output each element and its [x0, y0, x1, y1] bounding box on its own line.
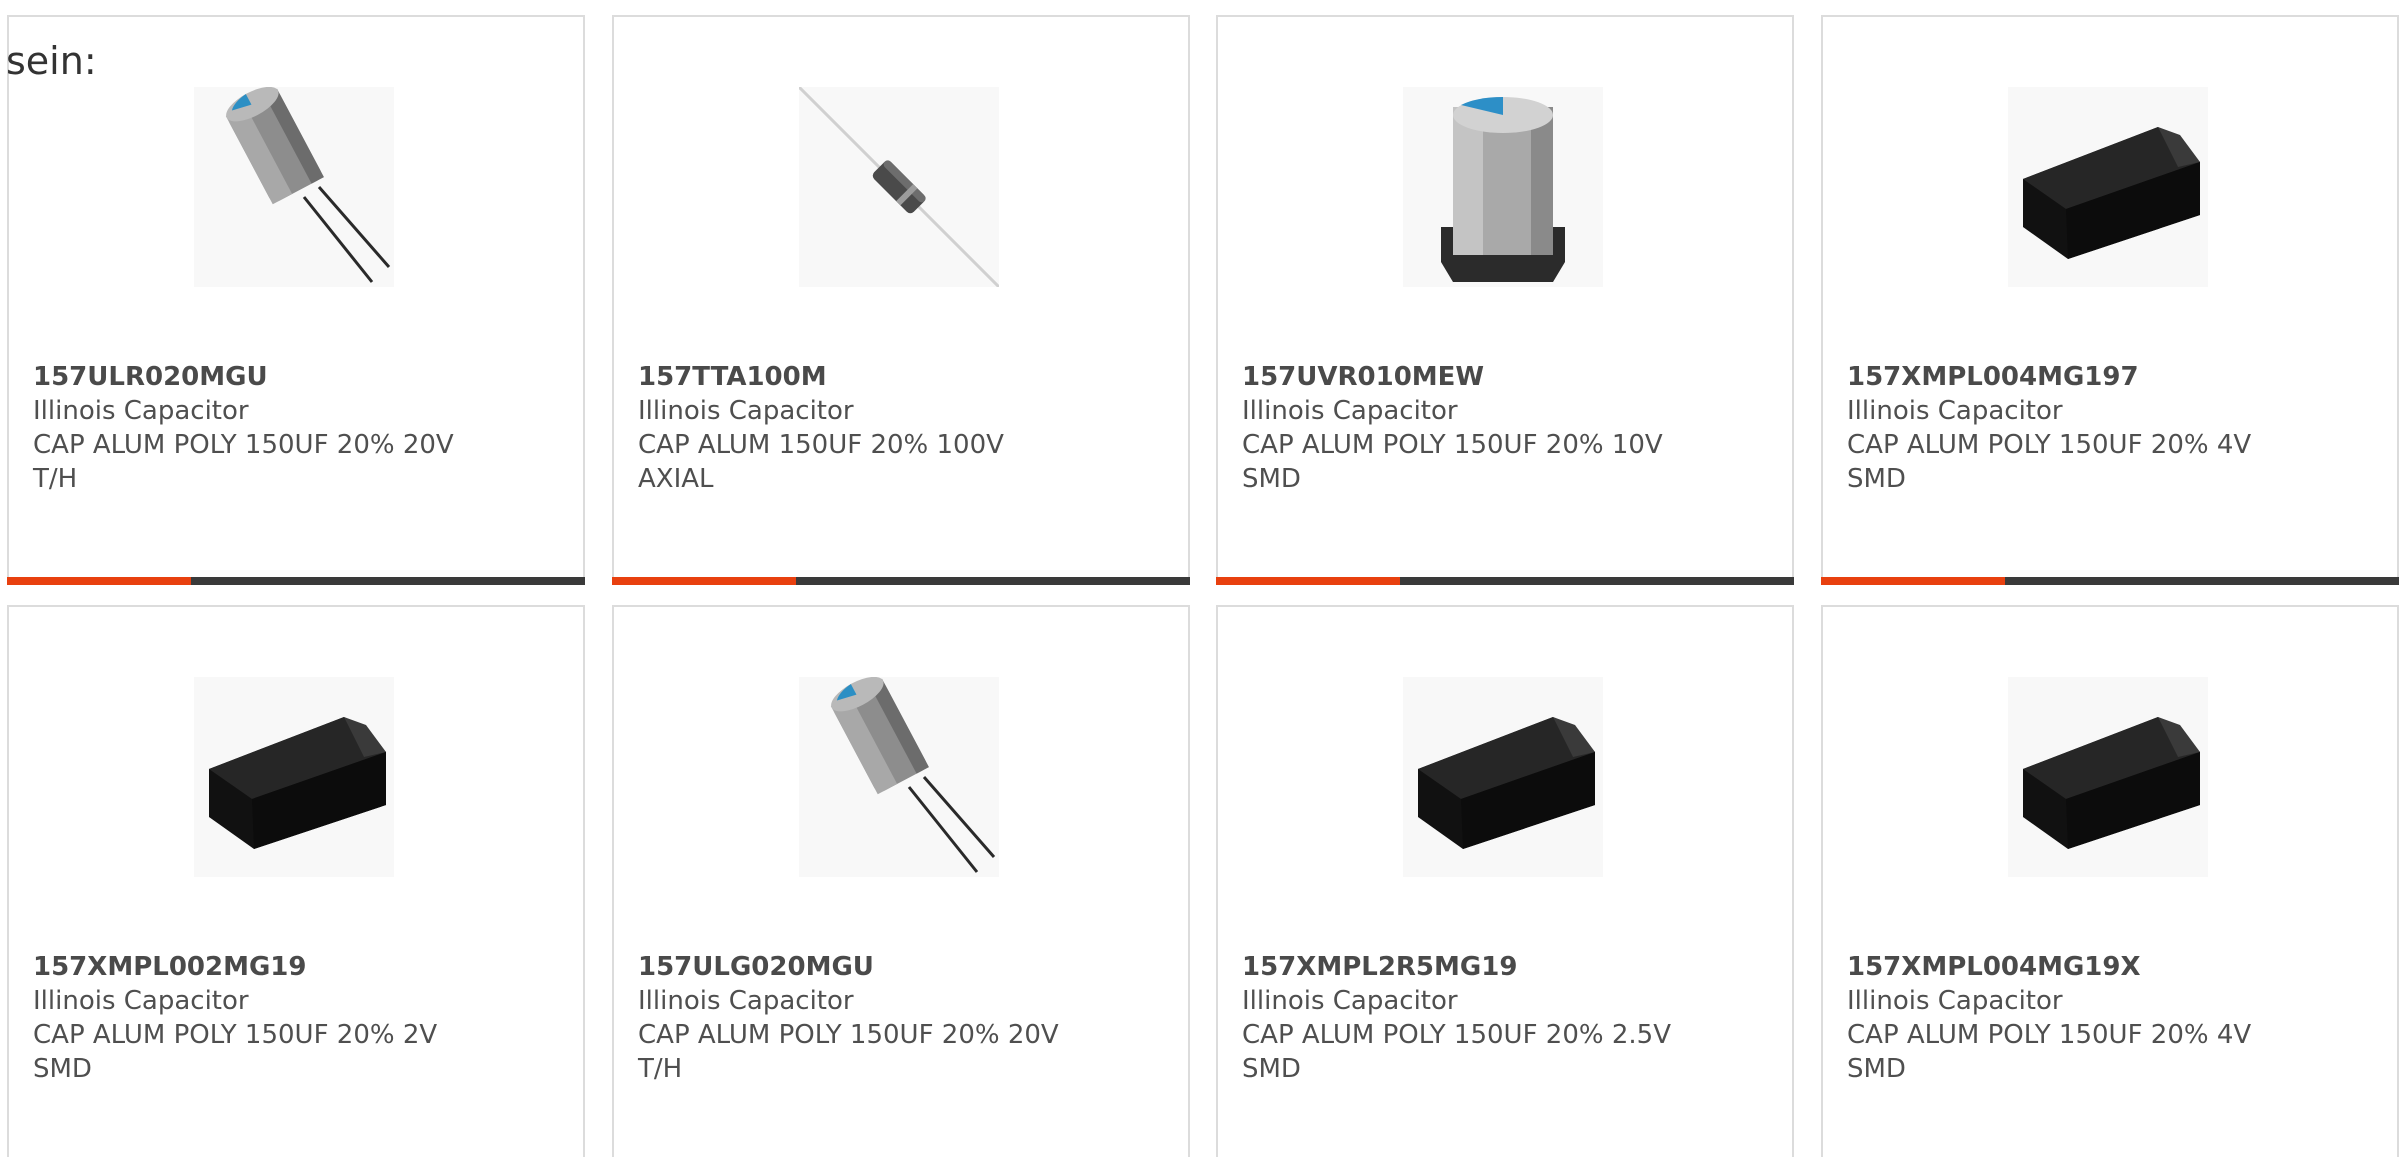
radial-capacitor-image[interactable] — [799, 677, 999, 877]
manufacturer: Illinois Capacitor — [33, 396, 249, 426]
product-info: 157XMPL002MG19 Illinois Capacitor CAP AL… — [33, 950, 573, 1086]
product-card[interactable]: 157TTA100M Illinois Capacitor CAP ALUM 1… — [612, 15, 1190, 585]
axial-capacitor-image[interactable] — [799, 87, 999, 287]
product-info: 157UVR010MEW Illinois Capacitor CAP ALUM… — [1242, 360, 1782, 496]
product-grid: 157ULR020MGU Illinois Capacitor CAP ALUM… — [7, 15, 2400, 1157]
card-accent — [612, 577, 796, 585]
mount-type: T/H — [638, 1054, 683, 1084]
mount-type: AXIAL — [638, 464, 714, 494]
mount-type: SMD — [33, 1054, 92, 1084]
product-card[interactable]: 157ULR020MGU Illinois Capacitor CAP ALUM… — [7, 15, 585, 585]
description: CAP ALUM POLY 150UF 20% 2.5V — [1242, 1020, 1671, 1050]
intro-text: sein: — [6, 39, 97, 83]
card-bottom-bar — [1216, 577, 1794, 585]
card-accent — [7, 577, 191, 585]
product-info: 157XMPL004MG19X Illinois Capacitor CAP A… — [1847, 950, 2387, 1086]
manufacturer: Illinois Capacitor — [1242, 986, 1458, 1016]
smd-chip-capacitor-image[interactable] — [2008, 87, 2208, 287]
card-bottom-bar — [612, 577, 1190, 585]
part-number[interactable]: 157XMPL004MG19X — [1847, 950, 2387, 984]
product-card[interactable]: 157XMPL2R5MG19 Illinois Capacitor CAP AL… — [1216, 605, 1794, 1157]
product-card[interactable]: 157ULG020MGU Illinois Capacitor CAP ALUM… — [612, 605, 1190, 1157]
part-number[interactable]: 157ULR020MGU — [33, 360, 573, 394]
product-info: 157XMPL004MG197 Illinois Capacitor CAP A… — [1847, 360, 2387, 496]
product-card[interactable]: 157UVR010MEW Illinois Capacitor CAP ALUM… — [1216, 15, 1794, 585]
smd-chip-capacitor-image[interactable] — [1403, 677, 1603, 877]
card-bottom-bar — [1821, 577, 2399, 585]
product-card[interactable]: 157XMPL004MG19X Illinois Capacitor CAP A… — [1821, 605, 2399, 1157]
description: CAP ALUM POLY 150UF 20% 20V — [638, 1020, 1059, 1050]
card-bottom-bar — [7, 577, 585, 585]
description: CAP ALUM POLY 150UF 20% 20V — [33, 430, 454, 460]
product-info: 157ULR020MGU Illinois Capacitor CAP ALUM… — [33, 360, 573, 496]
card-accent — [1821, 577, 2005, 585]
smd-can-capacitor-image[interactable] — [1403, 87, 1603, 287]
mount-type: SMD — [1847, 1054, 1906, 1084]
smd-chip-capacitor-image[interactable] — [2008, 677, 2208, 877]
description: CAP ALUM 150UF 20% 100V — [638, 430, 1004, 460]
mount-type: SMD — [1242, 464, 1301, 494]
description: CAP ALUM POLY 150UF 20% 10V — [1242, 430, 1663, 460]
description: CAP ALUM POLY 150UF 20% 4V — [1847, 1020, 2252, 1050]
manufacturer: Illinois Capacitor — [638, 396, 854, 426]
part-number[interactable]: 157TTA100M — [638, 360, 1178, 394]
manufacturer: Illinois Capacitor — [1242, 396, 1458, 426]
part-number[interactable]: 157XMPL002MG19 — [33, 950, 573, 984]
part-number[interactable]: 157XMPL2R5MG19 — [1242, 950, 1782, 984]
mount-type: SMD — [1242, 1054, 1301, 1084]
product-info: 157XMPL2R5MG19 Illinois Capacitor CAP AL… — [1242, 950, 1782, 1086]
radial-capacitor-image[interactable] — [194, 87, 394, 287]
product-info: 157ULG020MGU Illinois Capacitor CAP ALUM… — [638, 950, 1178, 1086]
manufacturer: Illinois Capacitor — [1847, 396, 2063, 426]
product-card[interactable]: 157XMPL004MG197 Illinois Capacitor CAP A… — [1821, 15, 2399, 585]
product-card[interactable]: 157XMPL002MG19 Illinois Capacitor CAP AL… — [7, 605, 585, 1157]
part-number[interactable]: 157ULG020MGU — [638, 950, 1178, 984]
mount-type: SMD — [1847, 464, 1906, 494]
product-info: 157TTA100M Illinois Capacitor CAP ALUM 1… — [638, 360, 1178, 496]
part-number[interactable]: 157XMPL004MG197 — [1847, 360, 2387, 394]
part-number[interactable]: 157UVR010MEW — [1242, 360, 1782, 394]
mount-type: T/H — [33, 464, 78, 494]
manufacturer: Illinois Capacitor — [638, 986, 854, 1016]
description: CAP ALUM POLY 150UF 20% 4V — [1847, 430, 2252, 460]
manufacturer: Illinois Capacitor — [1847, 986, 2063, 1016]
manufacturer: Illinois Capacitor — [33, 986, 249, 1016]
card-accent — [1216, 577, 1400, 585]
description: CAP ALUM POLY 150UF 20% 2V — [33, 1020, 438, 1050]
smd-chip-capacitor-image[interactable] — [194, 677, 394, 877]
